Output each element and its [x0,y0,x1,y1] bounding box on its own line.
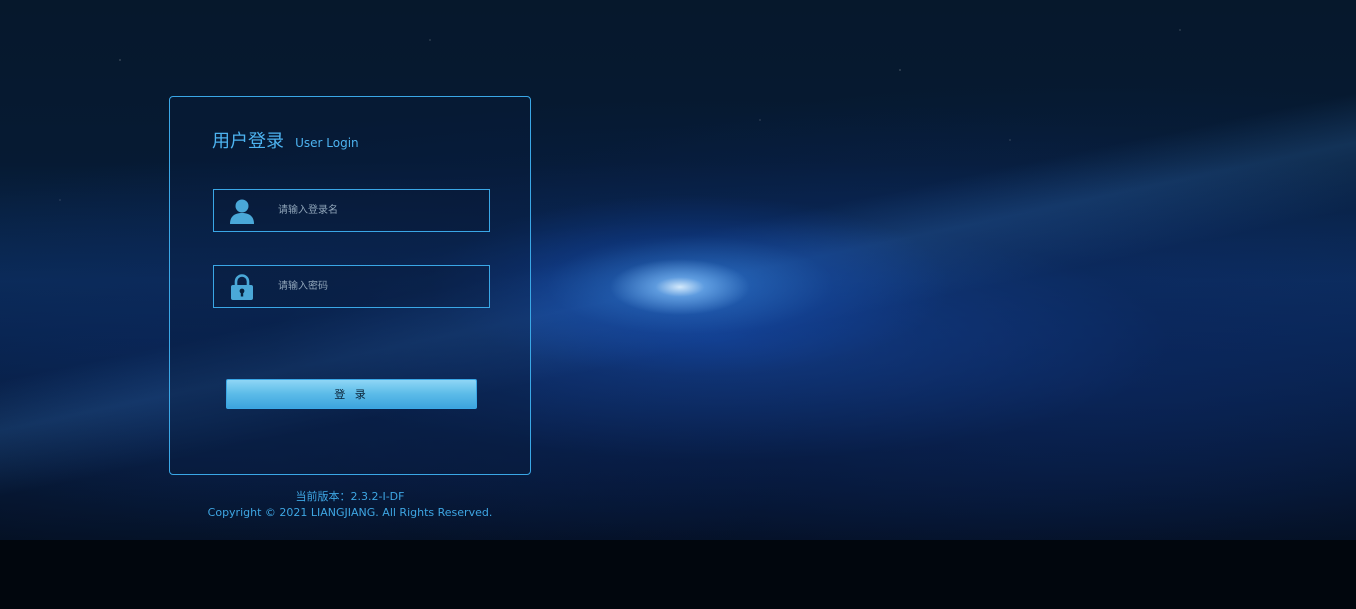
username-input[interactable] [278,190,478,231]
login-title-en: User Login [295,136,359,150]
login-page: 用户登录 User Login 登 录 当前版本：2.3.2-I-DF Copy… [0,0,1356,609]
login-button[interactable]: 登 录 [226,379,477,409]
password-input[interactable] [278,266,478,307]
user-icon [230,199,254,224]
username-field[interactable] [213,189,490,232]
password-field[interactable] [213,265,490,308]
login-title: 用户登录 User Login [212,127,359,153]
version-text: 当前版本：2.3.2-I-DF [295,490,405,503]
login-panel: 用户登录 User Login 登 录 [169,96,531,475]
login-title-cn: 用户登录 [212,131,284,152]
copyright-text: Copyright © 2021 LIANGJIANG. All Rights … [207,506,493,519]
bottom-band [0,540,1356,609]
lock-icon [231,274,253,300]
